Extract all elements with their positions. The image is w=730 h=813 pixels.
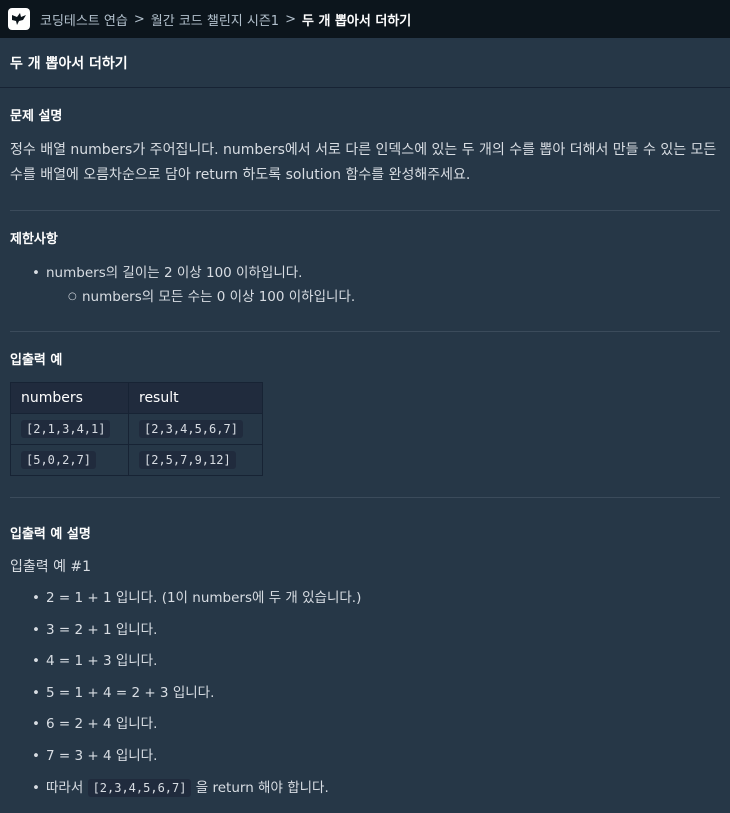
breadcrumb-current: 두 개 뽑아서 더하기 xyxy=(301,13,412,29)
text: 따라서 xyxy=(46,779,84,796)
table-row: [5,0,2,7] [2,5,7,9,12] xyxy=(10,444,263,476)
table-cell: [2,3,4,5,6,7] xyxy=(128,413,263,445)
programmers-logo-icon[interactable] xyxy=(8,8,30,30)
code-value: [2,3,4,5,6,7] xyxy=(139,420,243,438)
list-item: 4 = 1 + 3 입니다. xyxy=(10,651,720,671)
chevron-right-icon: > xyxy=(285,11,296,27)
io-example-section: 입출력 예 numbers result [2,1,3,4,1] [2,3,4,… xyxy=(10,332,720,498)
example-subheading: 입출력 예 #1 xyxy=(10,559,92,575)
section-heading: 입출력 예 xyxy=(10,353,63,368)
list-item: numbers의 길이는 2 이상 100 이하입니다. xyxy=(10,261,720,285)
list-item: 2 = 1 + 1 입니다. (1이 numbers에 두 개 있습니다.) xyxy=(10,588,720,608)
table-cell: [2,1,3,4,1] xyxy=(10,413,129,445)
list-item: numbers의 모든 수는 0 이상 100 이하입니다. xyxy=(10,285,720,309)
table-row: [2,1,3,4,1] [2,3,4,5,6,7] xyxy=(10,413,263,445)
constraints-list: numbers의 길이는 2 이상 100 이하입니다. numbers의 모든… xyxy=(10,261,720,331)
table-cell: [5,0,2,7] xyxy=(10,444,129,476)
io-example-table: numbers result [2,1,3,4,1] [2,3,4,5,6,7]… xyxy=(10,382,263,476)
problem-description: 정수 배열 numbers가 주어집니다. numbers에서 서로 다른 인덱… xyxy=(10,142,717,183)
table-cell: [2,5,7,9,12] xyxy=(128,444,263,476)
list-item: 7 = 3 + 4 입니다. xyxy=(10,746,720,766)
page-title: 두 개 뽑아서 더하기 xyxy=(0,38,730,88)
constraints-section: 제한사항 numbers의 길이는 2 이상 100 이하입니다. number… xyxy=(10,211,720,332)
problem-description-section: 문제 설명 정수 배열 numbers가 주어집니다. numbers에서 서로… xyxy=(10,88,720,211)
code-value: [2,1,3,4,1] xyxy=(21,420,111,438)
code-value: [2,5,7,9,12] xyxy=(139,451,236,469)
section-heading: 입출력 예 설명 xyxy=(10,527,91,542)
column-header: numbers xyxy=(10,382,129,414)
top-navigation-bar: 코딩테스트 연습 > 월간 코드 챌린지 시즌1 > 두 개 뽑아서 더하기 xyxy=(0,0,730,38)
chevron-right-icon: > xyxy=(133,11,145,27)
explanation-list: 2 = 1 + 1 입니다. (1이 numbers에 두 개 있습니다.) 3… xyxy=(10,588,720,798)
code-value: [5,0,2,7] xyxy=(21,451,97,469)
list-item: 따라서 [2,3,4,5,6,7] 을 return 해야 합니다. xyxy=(10,778,720,798)
section-heading: 제한사항 xyxy=(10,232,58,247)
breadcrumb-coding-test[interactable]: 코딩테스트 연습 xyxy=(40,10,128,29)
problem-content: 문제 설명 정수 배열 numbers가 주어집니다. numbers에서 서로… xyxy=(0,88,730,798)
list-item: 6 = 2 + 4 입니다. xyxy=(10,714,720,734)
table-header-row: numbers result xyxy=(10,382,263,414)
code-value: [2,3,4,5,6,7] xyxy=(87,778,192,797)
io-explanation-section: 입출력 예 설명 입출력 예 #1 2 = 1 + 1 입니다. (1이 num… xyxy=(10,498,720,798)
column-header: result xyxy=(128,382,263,414)
list-item: 5 = 1 + 4 = 2 + 3 입니다. xyxy=(10,683,720,703)
section-heading: 문제 설명 xyxy=(10,109,63,124)
list-item: 3 = 2 + 1 입니다. xyxy=(10,620,720,640)
text: 을 return 해야 합니다. xyxy=(195,779,329,796)
breadcrumb-challenge[interactable]: 월간 코드 챌린지 시즌1 xyxy=(151,10,279,29)
